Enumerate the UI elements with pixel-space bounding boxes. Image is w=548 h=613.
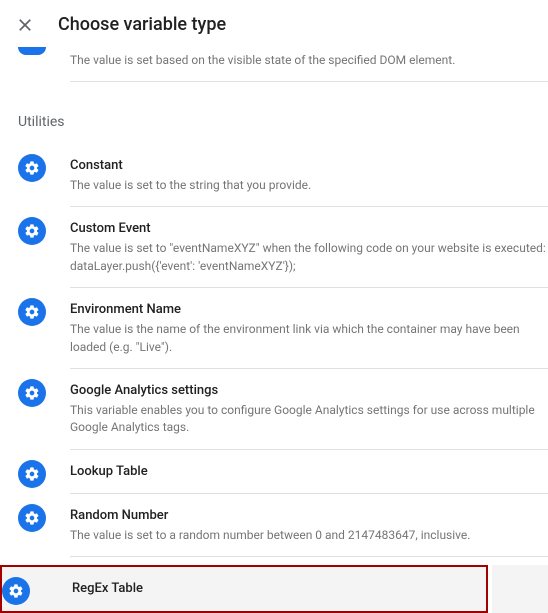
item-title: Random Number bbox=[70, 508, 548, 523]
partial-visible-item[interactable]: The value is set based on the visible st… bbox=[18, 53, 548, 82]
gear-icon bbox=[18, 154, 46, 182]
item-description: The value is set to "eventNameXYZ" when … bbox=[70, 240, 548, 275]
item-description: The value is set based on the visible st… bbox=[70, 53, 548, 82]
gear-icon bbox=[18, 504, 46, 532]
variable-type-icon bbox=[18, 47, 46, 55]
variable-type-list: Constant The value is set to the string … bbox=[18, 144, 548, 613]
close-icon[interactable] bbox=[16, 16, 34, 34]
item-description: The value is set to the string that you … bbox=[70, 177, 548, 194]
gear-icon bbox=[18, 217, 46, 245]
section-title-utilities: Utilities bbox=[18, 114, 548, 130]
item-description: The value is the name of the environment… bbox=[70, 321, 548, 356]
variable-type-ga-settings[interactable]: Google Analytics settings This variable … bbox=[18, 369, 548, 450]
highlight-cutoff bbox=[492, 565, 548, 613]
item-title: Constant bbox=[70, 158, 548, 173]
variable-type-regex-table[interactable]: RegEx Table bbox=[0, 565, 488, 613]
item-title: Environment Name bbox=[70, 302, 548, 317]
gear-icon bbox=[18, 460, 46, 488]
dialog-title: Choose variable type bbox=[58, 14, 226, 35]
gear-icon bbox=[2, 577, 30, 605]
gear-icon bbox=[18, 379, 46, 407]
variable-type-constant[interactable]: Constant The value is set to the string … bbox=[18, 144, 548, 207]
item-title: Custom Event bbox=[70, 221, 548, 236]
item-description: This variable enables you to configure G… bbox=[70, 402, 548, 437]
item-description: The value is set to a random number betw… bbox=[70, 527, 548, 544]
variable-type-custom-event[interactable]: Custom Event The value is set to "eventN… bbox=[18, 207, 548, 288]
variable-type-environment-name[interactable]: Environment Name The value is the name o… bbox=[18, 288, 548, 369]
gear-icon bbox=[18, 298, 46, 326]
dialog-header: Choose variable type bbox=[0, 0, 548, 53]
variable-type-lookup-table[interactable]: Lookup Table bbox=[18, 450, 548, 494]
item-title: RegEx Table bbox=[72, 581, 486, 596]
variable-type-random-number[interactable]: Random Number The value is set to a rand… bbox=[18, 494, 548, 557]
item-title: Google Analytics settings bbox=[70, 383, 548, 398]
item-title: Lookup Table bbox=[70, 464, 548, 479]
